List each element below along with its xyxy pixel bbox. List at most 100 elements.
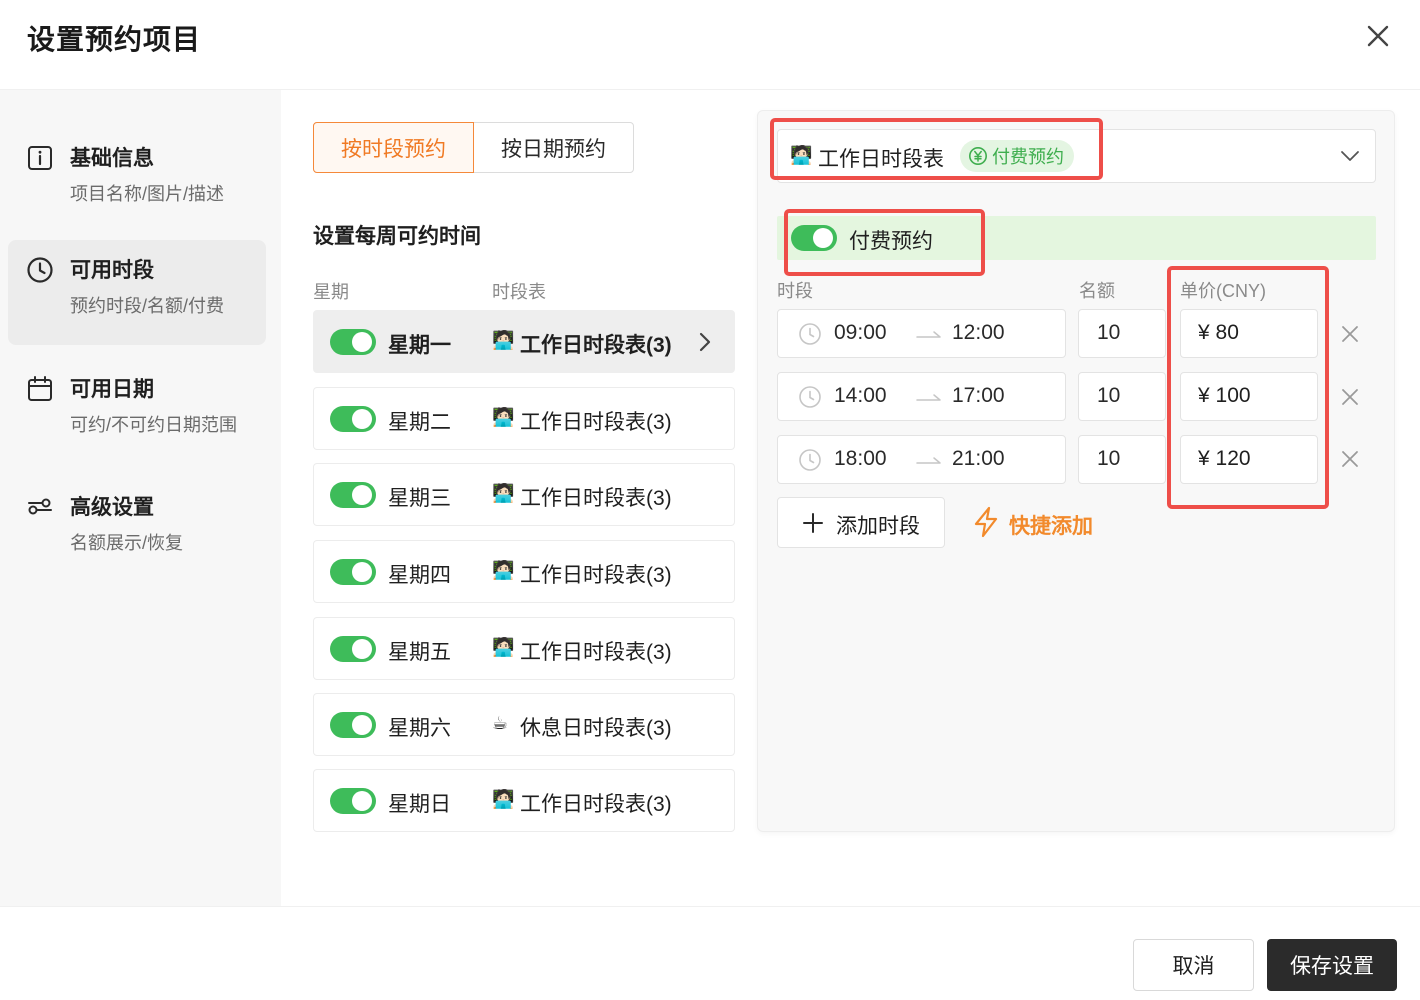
day-row-friday[interactable]: 星期五 🧑🏻‍💻 工作日时段表(3) [313,617,735,680]
arrow-right-icon [916,331,941,338]
slot-start-time[interactable]: 09:00 [834,321,887,345]
day-schedule: 工作日时段表(3) [520,334,672,357]
slot-end-time[interactable]: 12:00 [952,321,1005,345]
tab-by-slot[interactable]: 按时段预约 [313,122,474,173]
day-row-tuesday[interactable]: 星期二 🧑🏻‍💻 工作日时段表(3) [313,387,735,450]
slot-start-time[interactable]: 18:00 [834,447,887,471]
day-row-saturday[interactable]: 星期六 ☕ 休息日时段表(3) [313,693,735,756]
day-enabled-toggle[interactable] [330,788,376,814]
footer-divider [0,906,1420,907]
quota-value: 10 [1097,447,1121,470]
day-enabled-toggle[interactable] [330,406,376,432]
worker-emoji-icon: 🧑🏻‍💻 [492,483,515,503]
info-icon [28,146,52,170]
paid-booking-label: 付费预约 [849,230,933,253]
day-name: 星期日 [388,793,451,816]
day-enabled-toggle[interactable] [330,559,376,585]
day-schedule: 工作日时段表(3) [520,793,672,816]
chevron-down-icon [1341,151,1359,161]
worker-emoji-icon: 🧑🏻‍💻 [492,637,515,657]
sidebar-item-label: 可用时段 [70,259,154,282]
quota-value: 10 [1097,321,1121,344]
day-schedule: 工作日时段表(3) [520,411,672,434]
calendar-icon [28,376,52,401]
worker-emoji-icon: 🧑🏻‍💻 [492,560,515,580]
clock-icon [27,257,53,283]
price-value: ¥ 80 [1198,321,1239,344]
quota-input[interactable]: 10 [1078,309,1166,358]
day-row-thursday[interactable]: 星期四 🧑🏻‍💻 工作日时段表(3) [313,540,735,603]
day-name: 星期五 [388,641,451,664]
worker-emoji-icon: 🧑🏻‍💻 [492,407,515,427]
slot-end-time[interactable]: 21:00 [952,447,1005,471]
clock-icon [799,449,821,471]
day-schedule: 工作日时段表(3) [520,641,672,664]
day-schedule: 工作日时段表(3) [520,564,672,587]
clock-icon [799,386,821,408]
day-enabled-toggle[interactable] [330,636,376,662]
sidebar-item-label: 基础信息 [70,147,154,170]
slot-start-time[interactable]: 14:00 [834,384,887,408]
clock-icon [799,323,821,345]
price-input[interactable]: ¥ 120 [1180,435,1318,484]
sidebar-item-desc: 预约时段/名额/付费 [70,296,225,316]
sidebar-item-advanced-settings[interactable]: 高级设置 名额展示/恢复 [8,477,266,582]
chevron-right-icon [699,332,711,352]
day-enabled-toggle[interactable] [330,329,376,355]
lightning-icon [974,506,998,538]
slot-end-time[interactable]: 17:00 [952,384,1005,408]
arrow-right-icon [916,457,941,464]
sidebar-item-available-dates[interactable]: 可用日期 可约/不可约日期范围 [8,359,266,464]
price-input[interactable]: ¥ 80 [1180,309,1318,358]
quota-input[interactable]: 10 [1078,435,1166,484]
column-header-slot: 时段 [777,281,813,301]
day-row-wednesday[interactable]: 星期三 🧑🏻‍💻 工作日时段表(3) [313,463,735,526]
close-icon[interactable] [1340,387,1360,407]
add-slot-button[interactable]: 添加时段 [777,497,945,548]
column-header-quota: 名额 [1079,281,1115,301]
sidebar-item-basic-info[interactable]: 基础信息 项目名称/图片/描述 [8,128,266,233]
yen-circle-icon [969,147,987,165]
close-icon[interactable] [1362,20,1394,52]
sidebar-item-desc: 可约/不可约日期范围 [70,415,238,435]
time-range-picker[interactable]: 18:00 21:00 [777,435,1066,484]
sidebar: 基础信息 项目名称/图片/描述 可用时段 预约时段/名额/付费 可用日期 可约/… [0,90,281,907]
quota-value: 10 [1097,384,1121,407]
schedule-select-value: 工作日时段表 [818,148,944,171]
close-icon[interactable] [1340,449,1360,469]
tab-by-date[interactable]: 按日期预约 [474,123,633,172]
worker-emoji-icon: 🧑🏻‍💻 [492,789,515,809]
day-enabled-toggle[interactable] [330,482,376,508]
quota-input[interactable]: 10 [1078,372,1166,421]
plus-icon [803,513,823,533]
weekly-section-title: 设置每周可约时间 [313,225,481,248]
column-header-schedule: 时段表 [492,282,546,302]
day-name: 星期六 [388,717,451,740]
save-settings-button[interactable]: 保存设置 [1267,939,1397,991]
dialog-title: 设置预约项目 [27,24,202,55]
sidebar-item-label: 可用日期 [70,378,154,401]
day-enabled-toggle[interactable] [330,712,376,738]
day-row-monday[interactable]: 星期一 🧑🏻‍💻 工作日时段表(3) [313,310,735,373]
price-input[interactable]: ¥ 100 [1180,372,1318,421]
time-range-picker[interactable]: 14:00 17:00 [777,372,1066,421]
worker-emoji-icon: 🧑🏻‍💻 [790,145,813,165]
arrow-right-icon [916,394,941,401]
close-icon[interactable] [1340,324,1360,344]
worker-emoji-icon: 🧑🏻‍💻 [492,330,515,350]
day-name: 星期三 [388,487,451,510]
schedule-select[interactable]: 🧑🏻‍💻 工作日时段表 付费预约 [777,129,1376,183]
price-value: ¥ 100 [1198,384,1251,407]
coffee-emoji-icon: ☕ [492,713,509,733]
price-value: ¥ 120 [1198,447,1251,470]
time-range-picker[interactable]: 09:00 12:00 [777,309,1066,358]
cancel-button[interactable]: 取消 [1133,939,1254,991]
day-row-sunday[interactable]: 星期日 🧑🏻‍💻 工作日时段表(3) [313,769,735,832]
column-header-week: 星期 [313,282,349,302]
paid-booking-toggle[interactable] [791,225,837,251]
day-name: 星期一 [388,334,451,357]
mode-tabs: 按时段预约 按日期预约 [313,122,634,173]
sidebar-item-available-slots[interactable]: 可用时段 预约时段/名额/付费 [8,240,266,345]
settings-slider-icon [28,498,52,515]
column-header-price: 单价(CNY) [1180,281,1266,301]
